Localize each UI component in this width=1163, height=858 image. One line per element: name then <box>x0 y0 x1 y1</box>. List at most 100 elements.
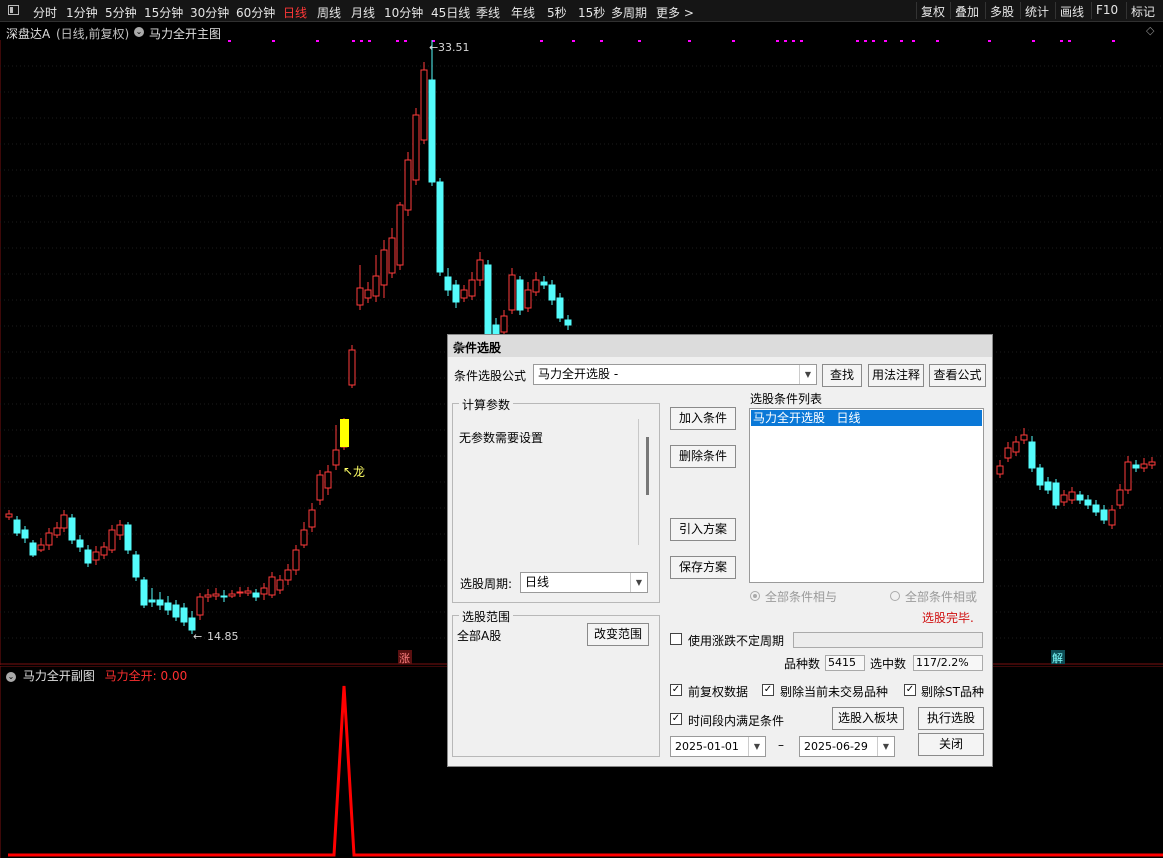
candle-body <box>236 591 244 594</box>
candle-body <box>500 315 508 333</box>
chevron-down-icon[interactable]: ▼ <box>877 737 894 756</box>
candle-body <box>212 593 220 597</box>
candle-body <box>76 539 84 548</box>
jie-badge[interactable]: 解 <box>1052 651 1063 665</box>
candle-body <box>164 602 172 611</box>
tab-multi-period[interactable]: 多周期 <box>611 4 647 21</box>
tab-5min[interactable]: 5分钟 <box>105 4 137 21</box>
high-price-label: 33.51 <box>438 41 470 54</box>
f10-button[interactable]: F10 <box>1091 2 1122 19</box>
delete-condition-button[interactable]: 删除条件 <box>670 445 736 468</box>
signal-dot <box>1032 40 1035 42</box>
tab-30min[interactable]: 30分钟 <box>190 4 229 21</box>
candle-body <box>428 79 436 183</box>
overlay-button[interactable]: 叠加 <box>950 2 983 19</box>
signal-dot <box>572 40 575 42</box>
timeframe-toolbar: 分时 1分钟 5分钟 15分钟 30分钟 60分钟 日线 周线 月线 10分钟 … <box>0 0 1163 22</box>
candle-body <box>284 569 292 581</box>
draw-line-button[interactable]: 画线 <box>1055 2 1088 19</box>
signal-dot <box>884 40 887 42</box>
tab-60min[interactable]: 60分钟 <box>236 4 275 21</box>
fuquan-button[interactable]: 复权 <box>916 2 949 19</box>
variable-period-checkbox[interactable] <box>670 633 682 645</box>
sub-indicator-name[interactable]: 马力全开副图 <box>23 669 95 683</box>
chevron-down-icon[interactable]: ⌄ <box>6 671 16 682</box>
forward-adjust-checkbox[interactable]: ✓ <box>670 684 682 696</box>
tab-yearly[interactable]: 年线 <box>511 4 535 21</box>
tab-1min[interactable]: 1分钟 <box>66 4 98 21</box>
condition-list-label: 选股条件列表 <box>750 392 823 406</box>
tab-more[interactable]: 更多 > <box>656 4 694 21</box>
add-condition-button[interactable]: 加入条件 <box>670 407 736 430</box>
find-button[interactable]: 查找 <box>822 364 862 387</box>
period-select[interactable]: 日线 ▼ <box>520 572 648 593</box>
to-block-button[interactable]: 选股入板块 <box>832 707 904 730</box>
close-button[interactable]: 关闭 <box>918 733 984 756</box>
forward-adjust-label: 前复权数据 <box>688 685 749 699</box>
tab-quarterly[interactable]: 季线 <box>476 4 500 21</box>
range-group-title: 选股范围 <box>459 608 514 625</box>
low-arrow-icon: ← <box>193 630 202 643</box>
chevron-down-icon[interactable]: ▼ <box>748 737 765 756</box>
exclude-nontrading-checkbox[interactable]: ✓ <box>762 684 774 696</box>
zhang-badge[interactable]: 涨 <box>399 652 410 665</box>
candle-body <box>1028 441 1036 469</box>
chevron-down-icon[interactable]: ▼ <box>799 365 816 384</box>
tab-5sec[interactable]: 5秒 <box>547 4 567 21</box>
signal-dot <box>272 40 275 42</box>
signal-dot <box>368 40 371 42</box>
signal-dot <box>396 40 399 42</box>
import-plan-button[interactable]: 引入方案 <box>670 518 736 541</box>
save-plan-button[interactable]: 保存方案 <box>670 556 736 579</box>
candle-body <box>356 287 364 306</box>
tab-weekly[interactable]: 周线 <box>317 4 341 21</box>
multi-stock-button[interactable]: 多股 <box>985 2 1018 19</box>
formula-select[interactable]: 马力全开选股 - ▼ <box>533 364 817 385</box>
candle-body <box>37 544 45 551</box>
close-icon[interactable]: ✕ <box>453 339 986 354</box>
usage-notes-button[interactable]: 用法注释 <box>868 364 924 387</box>
stats-button[interactable]: 统计 <box>1020 2 1053 19</box>
tab-monthly[interactable]: 月线 <box>351 4 375 21</box>
signal-dot <box>784 40 787 42</box>
params-scrollbar[interactable] <box>646 437 649 495</box>
execute-button[interactable]: 执行选股 <box>918 707 984 730</box>
tab-fenshi[interactable]: 分时 <box>33 4 57 21</box>
mark-button[interactable]: 标记 <box>1126 2 1159 19</box>
condition-list[interactable]: 马力全开选股 日线 <box>749 408 984 583</box>
change-range-button[interactable]: 改变范围 <box>587 623 649 646</box>
candle-body <box>1012 441 1020 453</box>
tab-15sec[interactable]: 15秒 <box>578 4 605 21</box>
date-from-picker[interactable]: 2025-01-01 ▼ <box>670 736 766 757</box>
chevron-down-icon[interactable]: ▼ <box>630 573 647 592</box>
period-label: 选股周期: <box>460 577 513 591</box>
selected-label: 选中数 <box>870 657 907 671</box>
view-formula-button[interactable]: 查看公式 <box>929 364 986 387</box>
signal-dot <box>404 40 407 42</box>
signal-dot <box>316 40 319 42</box>
tab-45day[interactable]: 45日线 <box>431 4 470 21</box>
tab-daily[interactable]: 日线 <box>283 4 307 21</box>
candle-body <box>372 275 380 297</box>
candle-body <box>324 471 332 489</box>
tab-10min[interactable]: 10分钟 <box>384 4 423 21</box>
candle-body <box>300 529 308 546</box>
condition-list-item[interactable]: 马力全开选股 日线 <box>751 410 982 426</box>
dialog-titlebar[interactable]: 条件选股 — ✕ <box>448 335 992 357</box>
diamond-icon[interactable]: ◇ <box>1146 24 1154 37</box>
signal-dot <box>732 40 735 42</box>
date-to-picker[interactable]: 2025-06-29 ▼ <box>799 736 895 757</box>
exclude-st-checkbox[interactable]: ✓ <box>904 684 916 696</box>
signal-candle <box>340 419 349 447</box>
candle-body <box>196 596 204 616</box>
radio-all-and[interactable] <box>750 591 760 601</box>
candle-body <box>148 599 156 603</box>
radio-all-or[interactable] <box>890 591 900 601</box>
candle-body <box>1092 504 1100 513</box>
layout-icon[interactable] <box>8 5 19 15</box>
tab-15min[interactable]: 15分钟 <box>144 4 183 21</box>
low-price-label: 14.85 <box>207 630 239 643</box>
chevron-down-icon[interactable]: ⌄ <box>134 27 144 37</box>
candle-body <box>380 249 388 286</box>
time-range-checkbox[interactable]: ✓ <box>670 713 682 725</box>
